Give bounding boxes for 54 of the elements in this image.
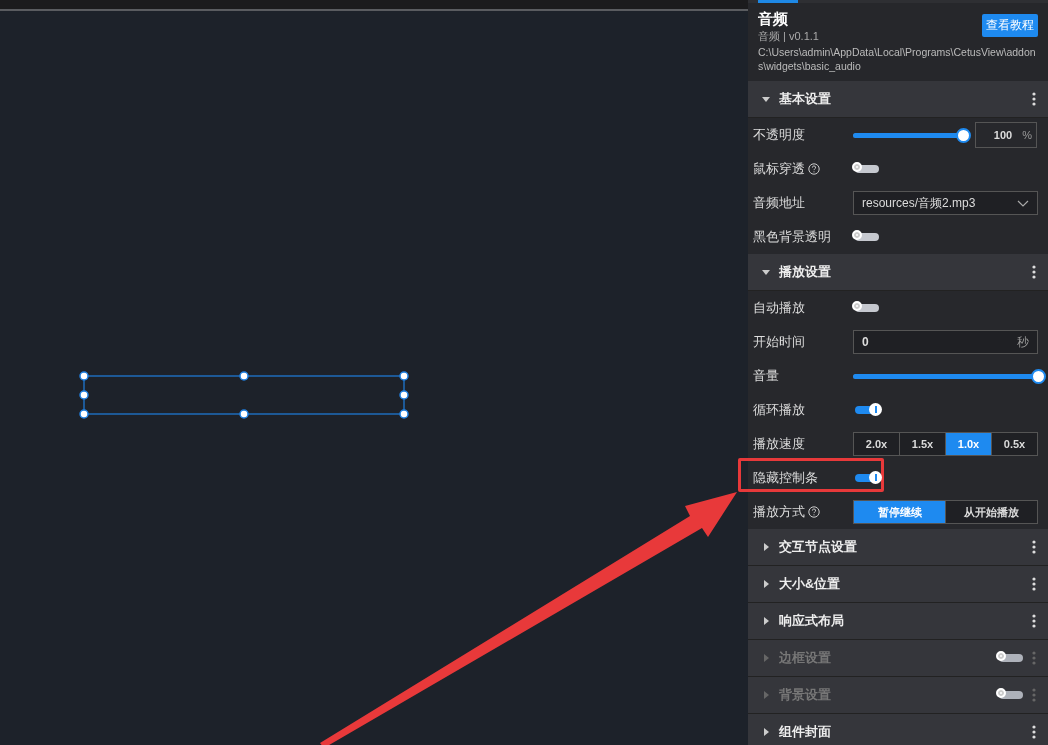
- chevron-icon: [1017, 199, 1029, 207]
- help-icon[interactable]: [808, 506, 820, 518]
- selected-element[interactable]: [79, 371, 411, 421]
- more-icon[interactable]: [1032, 265, 1036, 279]
- field-label: 开始时间: [753, 333, 805, 351]
- caret-icon: [762, 580, 770, 588]
- segment-option[interactable]: 2.0x: [854, 433, 899, 455]
- segment-option[interactable]: 1.0x: [945, 433, 991, 455]
- input-field[interactable]: 0 秒: [853, 330, 1038, 354]
- field-label: 隐藏控制条: [753, 469, 818, 487]
- caret-icon: [762, 691, 770, 699]
- field-label: 音频地址: [753, 194, 805, 212]
- section-header[interactable]: 大小&位置: [748, 566, 1048, 603]
- more-icon[interactable]: [1032, 92, 1036, 106]
- select-field[interactable]: resources/音频2.mp3: [853, 191, 1038, 215]
- section-header[interactable]: 组件封面: [748, 714, 1048, 745]
- caret-icon: [762, 268, 770, 276]
- field-label: 音量: [753, 367, 779, 385]
- caret-icon: [762, 728, 770, 736]
- caret-icon: [762, 617, 770, 625]
- caret-icon: [762, 95, 770, 103]
- section-header[interactable]: 响应式布局: [748, 603, 1048, 640]
- toggle-switch[interactable]: [855, 304, 879, 312]
- caret-icon: [762, 543, 770, 551]
- segment-option[interactable]: 暂停继续: [854, 501, 945, 523]
- toggle-switch[interactable]: [855, 165, 879, 173]
- field-label: 自动播放: [753, 299, 805, 317]
- field-label: 循环播放: [753, 401, 805, 419]
- field-label: 播放方式: [753, 503, 805, 521]
- field-label: 不透明度: [753, 126, 805, 144]
- more-icon[interactable]: [1032, 540, 1036, 554]
- toggle-switch[interactable]: [855, 406, 879, 414]
- number-field[interactable]: 100 %: [975, 122, 1037, 148]
- more-icon[interactable]: [1032, 577, 1036, 591]
- segment-option[interactable]: 从开始播放: [945, 501, 1037, 523]
- more-icon[interactable]: [1032, 614, 1036, 628]
- field-label: 播放速度: [753, 435, 805, 453]
- help-icon[interactable]: [808, 163, 820, 175]
- field-label: 鼠标穿透: [753, 160, 805, 178]
- toggle-switch[interactable]: [855, 233, 879, 241]
- component-title: 音频: [758, 9, 789, 29]
- version-text: 音频 | v0.1.1: [758, 29, 819, 43]
- slider-thumb[interactable]: [1031, 368, 1046, 384]
- field-label: 黑色背景透明: [753, 228, 831, 246]
- section-header[interactable]: 交互节点设置: [748, 529, 1048, 566]
- section-header[interactable]: 播放设置: [748, 254, 1048, 291]
- tutorial-button[interactable]: 查看教程: [982, 14, 1038, 37]
- slider-thumb[interactable]: [956, 127, 971, 143]
- component-path: C:\Users\admin\AppData\Local\Programs\CetusView\addons\widgets\basic_audio: [757, 45, 1037, 74]
- toggle-switch[interactable]: [855, 474, 879, 482]
- more-icon[interactable]: [1032, 725, 1036, 739]
- section-header[interactable]: 基本设置: [748, 81, 1048, 118]
- caret-icon: [762, 654, 770, 662]
- segment-option[interactable]: 0.5x: [991, 433, 1037, 455]
